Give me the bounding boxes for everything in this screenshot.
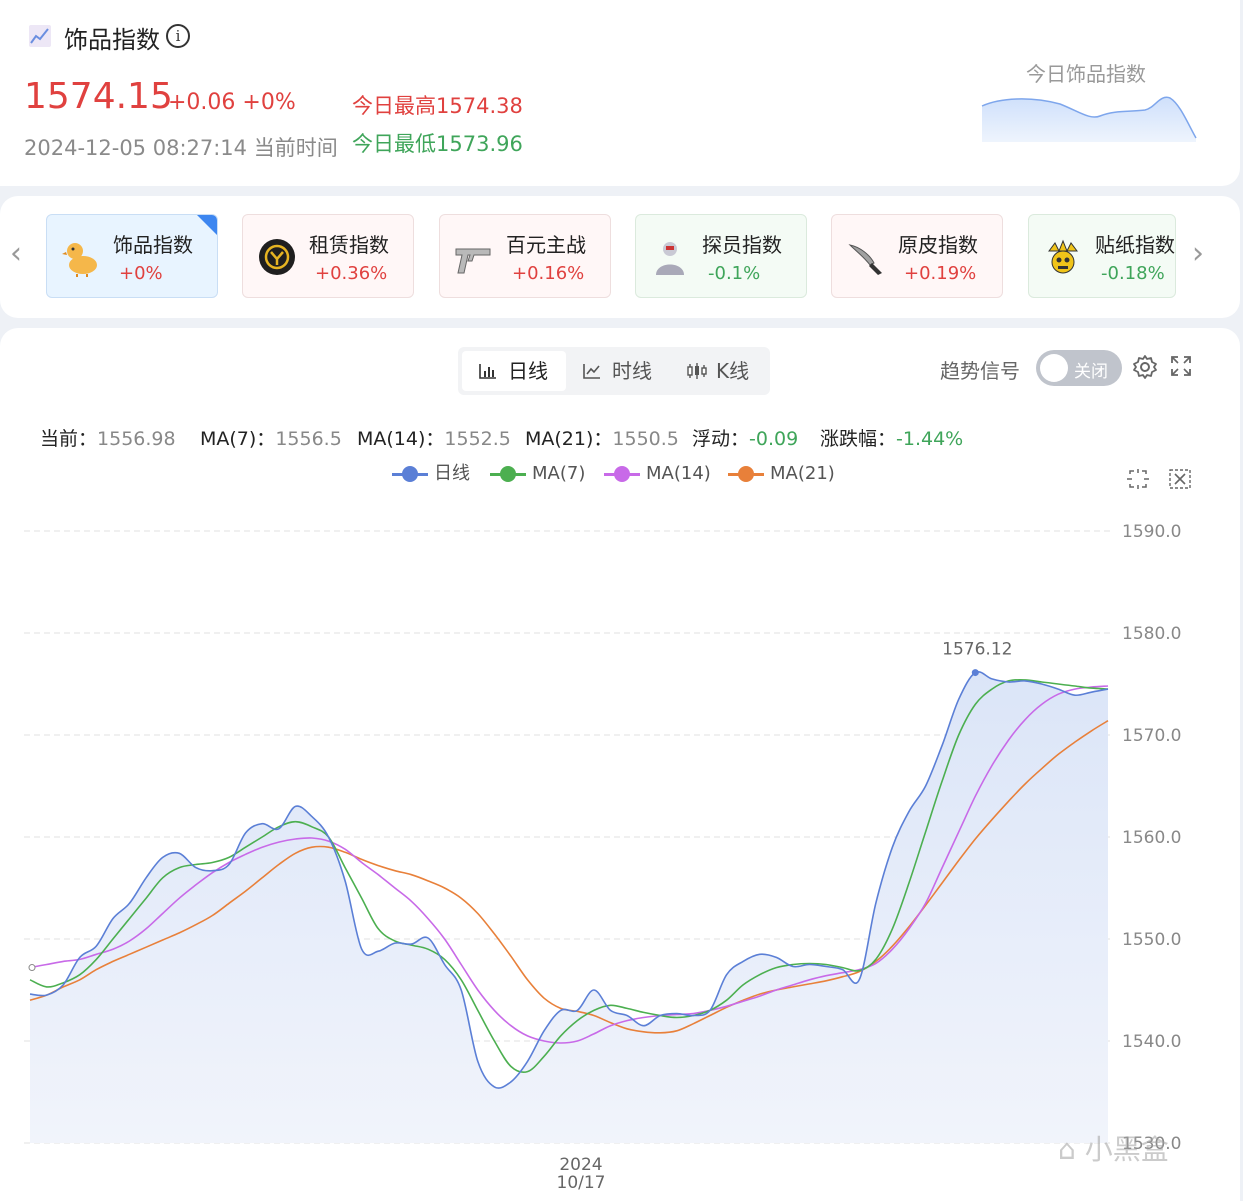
zoom-reset-icon[interactable] xyxy=(1168,468,1192,490)
index-tab[interactable]: 探员指数 -0.1% xyxy=(635,214,807,298)
trend-signal-toggle[interactable]: 关闭 xyxy=(1036,350,1122,386)
y-tick-label: 1580.0 xyxy=(1122,624,1181,644)
tab-daily[interactable]: 日线 xyxy=(462,351,566,391)
legend-ma14[interactable]: MA(14) xyxy=(604,460,711,488)
index-tab-change: -0.18% xyxy=(1101,263,1165,284)
index-summary-card: 饰品指数 i 1574.15 +0.06 +0% 2024-12-05 08:2… xyxy=(0,0,1240,186)
start-marker xyxy=(28,964,36,972)
toggle-knob xyxy=(1040,354,1068,382)
fullscreen-icon[interactable] xyxy=(1170,355,1192,377)
index-tab[interactable]: 租赁指数 +0.36% xyxy=(242,214,414,298)
tab-kline[interactable]: K线 xyxy=(670,351,766,391)
current-time: 2024-12-05 08:27:14 当前时间 xyxy=(24,136,338,160)
index-tab-change: +0.36% xyxy=(315,263,388,284)
index-tab[interactable]: 贴纸指数 -0.18% xyxy=(1028,214,1176,298)
trend-signal-label: 趋势信号 xyxy=(940,359,1020,383)
pistol-icon xyxy=(454,237,494,277)
y-tick-label: 1560.0 xyxy=(1122,828,1181,848)
x-tick-date: 10/17 xyxy=(557,1173,606,1193)
toggle-label: 关闭 xyxy=(1074,362,1108,382)
index-tab[interactable]: 饰品指数 +0% xyxy=(46,214,218,298)
bar-chart-icon xyxy=(479,364,496,379)
rental-logo-icon xyxy=(257,237,297,277)
stat-change-pct: 涨跌幅：-1.44% xyxy=(820,428,964,450)
index-tab-change: -0.1% xyxy=(708,263,761,284)
index-tab[interactable]: 百元主战 +0.16% xyxy=(439,214,611,298)
stat-ma21: MA(21)：1550.5 xyxy=(525,428,679,450)
index-tab[interactable]: 原皮指数 +0.19% xyxy=(831,214,1003,298)
max-point xyxy=(971,669,979,677)
legend-ma21[interactable]: MA(21) xyxy=(728,460,835,488)
index-tab-change: +0.19% xyxy=(904,263,977,284)
today-high: 今日最高1574.38 xyxy=(352,94,523,118)
knife-icon xyxy=(846,237,886,277)
duck-icon xyxy=(61,237,101,277)
page-title: 饰品指数 xyxy=(64,26,160,54)
y-tick-label: 1550.0 xyxy=(1122,930,1181,950)
current-price: 1574.15 xyxy=(24,76,173,117)
trend-chart-icon xyxy=(29,25,51,47)
chevron-left-icon[interactable]: ‹ xyxy=(10,236,22,271)
today-low: 今日最低1573.96 xyxy=(352,132,523,156)
stat-float: 浮动：-0.09 xyxy=(692,428,799,450)
y-tick-label: 1570.0 xyxy=(1122,726,1181,746)
candlestick-icon xyxy=(687,363,707,379)
index-tab-name: 饰品指数 xyxy=(113,233,193,257)
info-icon[interactable]: i xyxy=(166,24,190,48)
watermark-logo: ⌂ 小黑盒 xyxy=(1058,1133,1169,1166)
chevron-right-icon[interactable]: › xyxy=(1192,236,1204,271)
index-tab-change: +0% xyxy=(119,263,163,284)
max-label: 1576.12 xyxy=(942,640,1012,660)
gear-icon[interactable] xyxy=(1132,354,1158,380)
price-chart[interactable]: 1590.01580.01570.01560.01550.01540.01530… xyxy=(0,500,1243,1201)
today-sparkline xyxy=(981,96,1197,142)
index-tab-name: 探员指数 xyxy=(702,233,782,257)
daily-area xyxy=(30,671,1108,1143)
legend-daily[interactable]: 日线 xyxy=(392,460,470,488)
chart-type-switch: 日线 时线 K线 xyxy=(458,347,770,395)
zoom-select-icon[interactable] xyxy=(1126,468,1150,490)
stat-ma14: MA(14)：1552.5 xyxy=(357,428,511,450)
index-tab-name: 百元主战 xyxy=(506,233,586,257)
stat-ma7: MA(7)：1556.5 xyxy=(200,428,342,450)
tab-hourly[interactable]: 时线 xyxy=(566,351,670,391)
index-tab-name: 租赁指数 xyxy=(309,233,389,257)
stat-current: 当前：1556.98 xyxy=(40,428,176,450)
y-tick-label: 1590.0 xyxy=(1122,522,1181,542)
legend-ma7[interactable]: MA(7) xyxy=(490,460,585,488)
index-tab-name: 贴纸指数 xyxy=(1095,233,1175,257)
index-tab-name: 原皮指数 xyxy=(898,233,978,257)
agent-icon xyxy=(650,237,690,277)
line-chart-icon xyxy=(583,364,600,379)
index-tab-change: +0.16% xyxy=(512,263,585,284)
price-change: +0.06 +0% xyxy=(168,90,296,115)
crown-sticker-icon xyxy=(1043,237,1083,277)
selected-corner-marker xyxy=(197,215,217,235)
sparkline-label: 今日饰品指数 xyxy=(1026,62,1146,86)
y-tick-label: 1540.0 xyxy=(1122,1032,1181,1052)
x-tick-year: 2024 xyxy=(559,1155,602,1175)
